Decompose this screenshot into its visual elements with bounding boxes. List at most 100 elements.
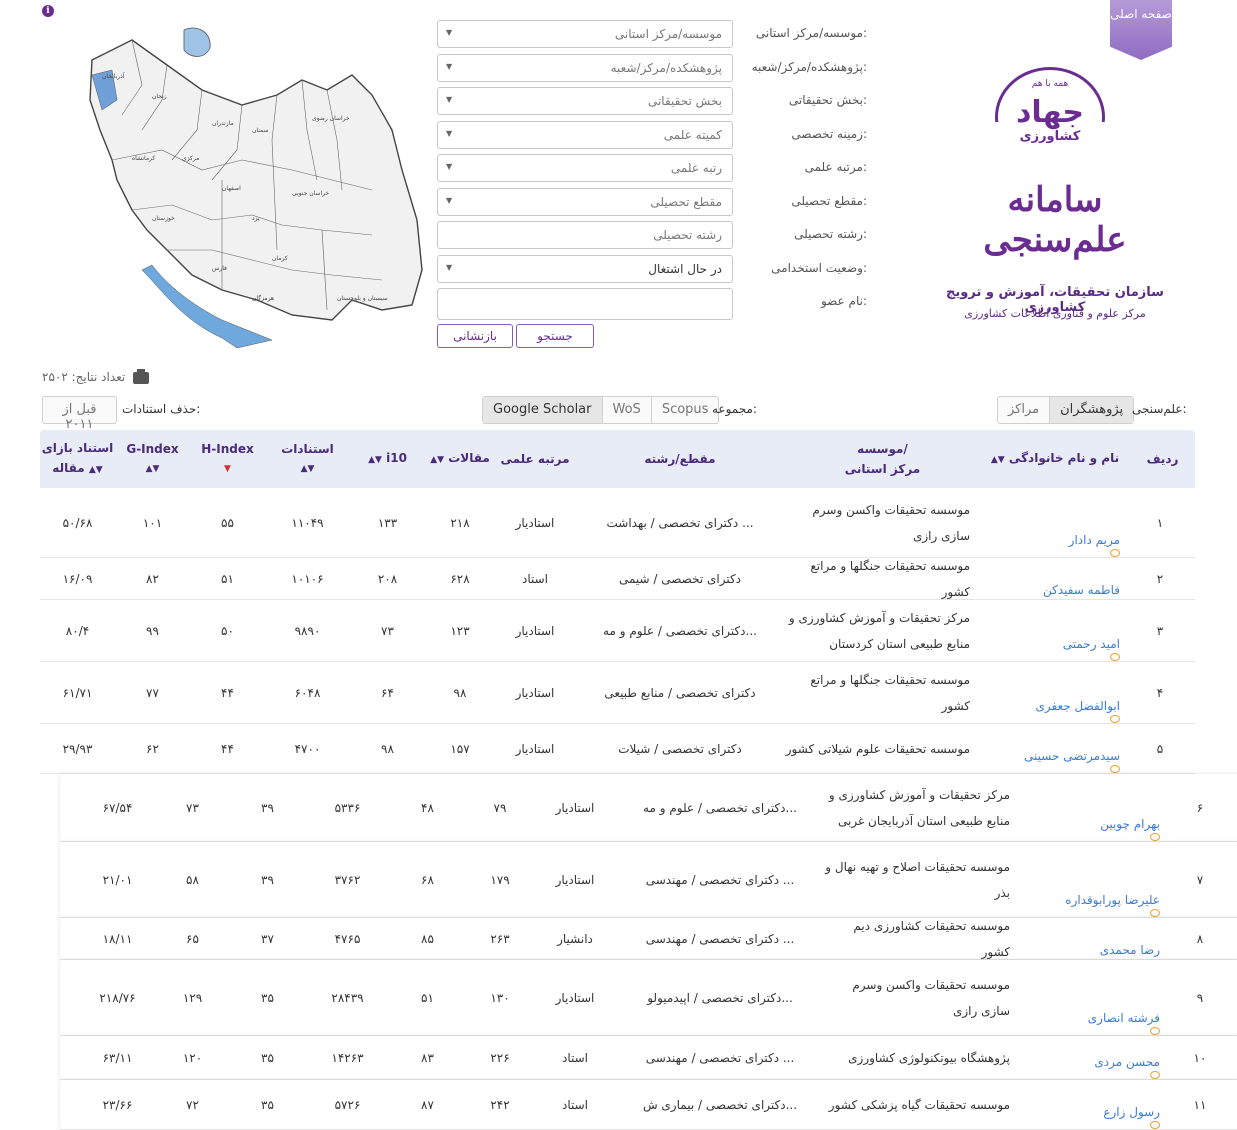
comment-icon[interactable] [1110,765,1120,773]
header-citations-per-article[interactable]: استناد بازای مقاله ▲▼ [40,430,115,488]
comment-icon[interactable] [1150,1071,1160,1079]
researcher-name-cell[interactable]: امید رحمتی [1000,600,1120,661]
comment-icon[interactable] [1150,1027,1160,1035]
researchers-table: ردیف ▲▼ نام و نام خانوادگی موسسه/مرکز اس… [40,430,1237,1130]
row-number: ۱۰ [1193,1050,1207,1065]
comment-icon[interactable] [1110,653,1120,661]
filter-select[interactable]: پژوهشکده/مرکز/شعبه ▼ [437,53,733,82]
header-h-index[interactable]: H-Index ▼ [190,430,265,488]
g-index-cell: ۵۸ [186,872,199,887]
filter-select[interactable]: رتبه علمی ▼ [437,154,733,182]
before-2011-toggle[interactable]: قبل از ۲۰۱۱ [42,396,117,432]
wos-tab[interactable]: WoS [601,397,651,423]
comment-icon[interactable] [1150,833,1160,841]
institute-cell: موسسه تحقیقات کشاورزی دیم کشور [853,918,1010,959]
i10-cell: ۵۱ [421,990,434,1005]
g-index-cell: ۱۲۰ [182,1050,203,1065]
researcher-name-cell[interactable]: فاطمه سفیدکن [1000,558,1120,599]
researcher-name-cell[interactable]: مریم دادار [1000,488,1120,557]
header-name[interactable]: ▲▼ نام و نام خانوادگی [980,430,1130,488]
home-tab[interactable]: صفحه اصلی [1110,0,1172,60]
result-count-label: تعداد نتایج: ۲۵۰۲ [42,370,126,384]
articles-cell: ۷۹ [493,800,507,815]
researcher-name-link[interactable]: سیدمرتضی حسینی [1024,747,1120,765]
scientometrics-selector[interactable]: مراکز پژوهشگران [997,396,1135,424]
centers-tab[interactable]: مراکز [998,397,1049,423]
comment-icon[interactable] [1150,909,1160,917]
researcher-name-link[interactable]: علیرضا پورابوقداره [1065,891,1160,909]
citations-cell: ۴۷۰۰ [294,741,321,756]
filter-input[interactable] [437,288,733,320]
institute-cell: موسسه تحقیقات واکسن وسرم سازی رازی [812,502,970,543]
researcher-name-cell[interactable]: ابوالفضل جعفری [1000,662,1120,723]
filter-select[interactable]: مقطع تحصیلی ▼ [437,187,733,216]
table-row[interactable]: ۹ ۱۳۰ ۵۱ ۲۸۴۳۹ ۳۵ ۱۲۹ ۲۱۸/۷۶ استادیار دکترای تخص… [60,960,1237,1036]
researchers-tab[interactable]: پژوهشگران [1049,397,1134,423]
table-row[interactable]: ۴ ۹۸ ۶۴ ۶۰۴۸ ۴۴ ۷۷ ۶۱/۷۱ استادیار دکترای تخصصی /… [40,662,1195,724]
institute-cell: موسسه تحقیقات علوم شیلاتی کشور [785,741,970,756]
comment-icon[interactable] [1110,549,1120,557]
researcher-name-cell[interactable]: محسن مردی [1040,1036,1160,1079]
table-row[interactable]: ۱۱ ۲۴۲ ۸۷ ۵۷۲۶ ۳۵ ۷۲ ۲۳/۶۶ استاد دکترای تخصصی / … [60,1080,1237,1130]
filter-select[interactable]: موسسه/مرکز استانی ▼ [437,20,733,48]
print-icon[interactable] [133,368,150,384]
before-2011-option[interactable]: قبل از ۲۰۱۱ [43,397,116,432]
reset-button[interactable]: بازنشانی [437,324,513,348]
citations-cell: ۹۸۹۰ [294,623,321,638]
map-label-fars: فارس [212,265,227,272]
filter-row: رشته تحصیلی: رشته تحصیلی [437,219,867,253]
institute-cell: موسسه تحقیقات واکسن وسرم سازی رازی [852,977,1010,1018]
chevron-down-icon: ▼ [446,61,453,71]
researcher-name-cell[interactable]: فرشته انصاری [1040,960,1160,1035]
researcher-name-cell[interactable]: رضا محمدی [1040,918,1160,959]
header-articles[interactable]: ▲▼ مقالات [425,430,495,488]
researcher-name-link[interactable]: بهرام چوبین [1100,815,1160,833]
g-index-cell: ۶۵ [186,931,199,946]
researcher-name-link[interactable]: محسن مردی [1094,1053,1160,1071]
table-row[interactable]: ۲ ۶۲۸ ۲۰۸ ۱۰۱۰۶ ۵۱ ۸۲ ۱۶/۰۹ استاد دکترای تخصصی /… [40,558,1195,600]
header-row: ردیف [1146,452,1179,466]
filter-input[interactable]: رشته تحصیلی [437,221,733,249]
search-button[interactable]: جستجو [516,324,594,348]
comment-icon[interactable] [1110,715,1120,723]
google-scholar-tab[interactable]: Google Scholar [483,397,602,423]
info-icon[interactable]: i [42,5,54,17]
table-row[interactable]: ۱ ۲۱۸ ۱۳۳ ۱۱۰۴۹ ۵۵ ۱۰۱ ۵۰/۶۸ استادیار دکترای تخص… [40,488,1195,558]
table-row[interactable]: ۷ ۱۷۹ ۶۸ ۳۷۶۲ ۳۹ ۵۸ ۲۱/۰۱ استادیار دکترای تخصصی … [60,842,1237,918]
researcher-name-cell[interactable]: بهرام چوبین [1040,774,1160,841]
researcher-name-link[interactable]: امید رحمتی [1063,635,1120,653]
researcher-name-cell[interactable]: رسول زارع [1040,1080,1160,1129]
articles-cell: ۲۶۳ [490,931,510,946]
header-g-index[interactable]: G-Index ▲▼ [115,430,190,488]
rank-cell: استادیار [555,800,595,815]
table-row[interactable]: ۳ ۱۲۳ ۷۳ ۹۸۹۰ ۵۰ ۹۹ ۸۰/۴ استادیار دکترای تخصصی /… [40,600,1195,662]
researcher-name-link[interactable]: ابوالفضل جعفری [1035,697,1120,715]
table-row[interactable]: ۱۰ ۲۲۶ ۸۳ ۱۴۲۶۳ ۳۵ ۱۲۰ ۶۳/۱۱ استاد دکترای تخصصی … [60,1036,1237,1080]
filter-select[interactable]: بخش تحقیقاتی ▼ [437,87,733,115]
degree-cell: دکترای تخصصی / اپیدمیولو... [647,990,793,1005]
header-i10[interactable]: ▲▼ i10 [350,430,425,488]
header-citations[interactable]: استنادات ▲▼ [265,430,350,488]
comment-icon[interactable] [1150,1121,1160,1129]
map-label-zanjan: زنجان [152,93,167,100]
researcher-name-link[interactable]: فاطمه سفیدکن [1043,581,1120,599]
filter-label: نام عضو: [820,294,867,308]
iran-province-map[interactable]: آذربایجان زنجان مازندران خراسان رضوی سمن… [72,20,432,349]
degree-cell: دکترای تخصصی / شیمی [618,571,742,586]
collection-selector[interactable]: Google Scholar WoS Scopus [482,396,720,424]
scopus-tab[interactable]: Scopus [650,397,719,423]
table-row[interactable]: ۵ ۱۵۷ ۹۸ ۴۷۰۰ ۴۴ ۶۲ ۲۹/۹۳ استادیار دکترای تخصصی … [40,724,1195,774]
filter-placeholder: پژوهشکده/مرکز/شعبه [610,60,722,75]
researcher-name-link[interactable]: رضا محمدی [1100,941,1160,959]
researcher-name-link[interactable]: مریم دادار [1069,531,1120,549]
researcher-name-link[interactable]: فرشته انصاری [1088,1009,1160,1027]
researcher-name-cell[interactable]: علیرضا پورابوقداره [1040,842,1160,917]
map-label-kerman: کرمان [272,255,288,262]
table-row[interactable]: ۶ ۷۹ ۴۸ ۵۳۳۶ ۳۹ ۷۳ ۶۷/۵۴ استادیار دکترای تخصصی /… [60,774,1237,842]
researcher-name-cell[interactable]: سیدمرتضی حسینی [1000,724,1120,773]
researcher-name-link[interactable]: رسول زارع [1103,1103,1160,1121]
filter-select[interactable]: کمیته علمی ▼ [437,120,733,149]
i10-cell: ۴۸ [421,800,434,815]
table-row[interactable]: ۸ ۲۶۳ ۸۵ ۴۷۶۵ ۳۷ ۶۵ ۱۸/۱۱ دانشیار دکترای تخصصی /… [60,918,1237,960]
filter-select[interactable]: در حال اشتغال ▼ [437,254,733,283]
